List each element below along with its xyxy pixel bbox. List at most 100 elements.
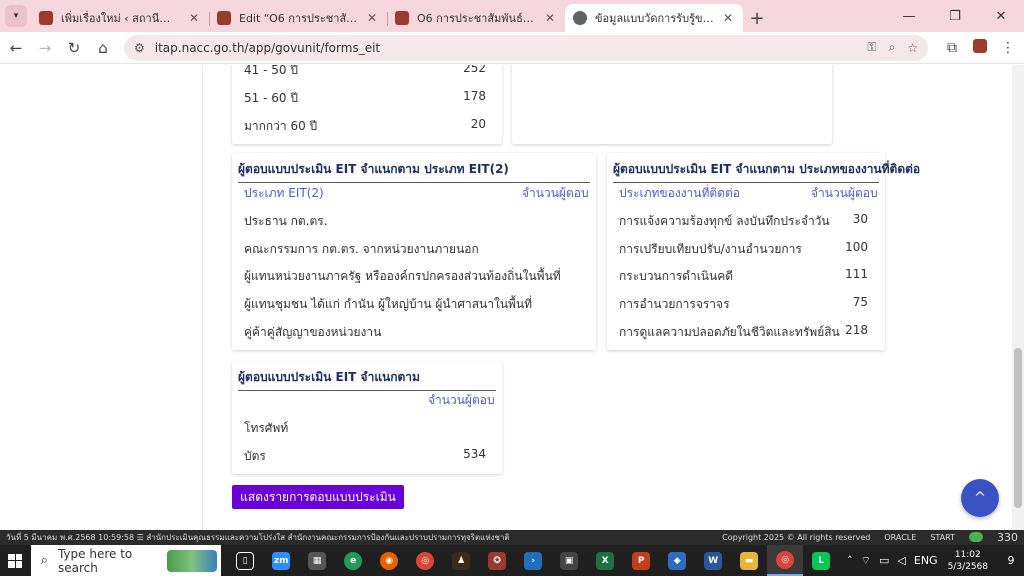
tab-close-icon[interactable]: ✕: [721, 11, 735, 25]
table-row-label: กระบวนการดำเนินคดี: [619, 269, 734, 283]
excel-icon[interactable]: X: [587, 545, 623, 576]
taskbar-search-box[interactable]: ⌕ Type here to search: [30, 545, 222, 576]
table-row-label: ประธาน กต.ตร.: [244, 214, 328, 228]
password-key-icon[interactable]: ⚿: [867, 40, 876, 55]
site-settings-icon[interactable]: ⚙: [134, 41, 145, 55]
footer-info-text: วันที่ 5 มีนาคม พ.ศ.2568 10:59:58 ☰ สำนั…: [6, 533, 510, 542]
restore-icon[interactable]: ❐: [932, 0, 978, 32]
tab-favicon-icon: [39, 11, 53, 25]
table-row-label: โทรศัพท์: [244, 421, 289, 435]
browser-tab-3[interactable]: O6 การประชาสัมพันธ์ข้อมูลข่าวสาร ✕: [387, 4, 565, 32]
chevron-up-icon: ^: [974, 490, 986, 506]
column-header-count: จำนวนผู้ตอบ: [811, 186, 878, 200]
column-header-count: จำนวนผู้ตอบ: [428, 393, 495, 407]
input-language[interactable]: ENG: [914, 554, 938, 567]
app-icon[interactable]: ♟: [443, 545, 479, 576]
show-responses-button[interactable]: แสดงรายการตอบแบบประเมิน: [232, 485, 404, 509]
clock-date: 5/3/2568: [947, 561, 988, 572]
back-arrow-icon[interactable]: ←: [3, 35, 29, 61]
tab-search-chevron-icon[interactable]: ▾: [5, 5, 27, 27]
column-header-type: ประเภทของงานที่ติดต่อ: [619, 186, 740, 200]
system-tray: ˄ ⌔ ▭ ◁ ENG 11:02 5/3/2568 9: [839, 549, 1024, 573]
scrollbar-thumb[interactable]: [1014, 348, 1022, 508]
word-icon[interactable]: W: [695, 545, 731, 576]
table-row-value: 75: [852, 295, 868, 309]
browser-toolbar: ← → ↻ ⌂ ⚙ itap.nacc.go.th/app/govunit/fo…: [0, 32, 1024, 64]
search-icon: ⌕: [40, 553, 48, 568]
bookmark-star-icon[interactable]: ☆: [907, 41, 918, 55]
task-view-icon[interactable]: ▯: [227, 545, 263, 576]
extension-icon[interactable]: [966, 38, 994, 57]
tab-close-icon[interactable]: ✕: [365, 11, 379, 25]
taskbar-clock[interactable]: 11:02 5/3/2568: [948, 549, 988, 573]
notification-count: 9: [1007, 554, 1015, 567]
clock-time: 11:02: [954, 549, 981, 560]
table-row-value: 100: [845, 240, 868, 254]
table-row-label: คณะกรรมการ กต.ตร. จากหน่วยงานภายนอก: [244, 242, 479, 256]
chrome-active-icon[interactable]: ◎: [767, 545, 804, 576]
new-tab-plus-icon[interactable]: +: [743, 4, 771, 32]
tab-close-icon[interactable]: ✕: [187, 11, 201, 25]
app-icon[interactable]: ✪: [479, 545, 515, 576]
windows-start-icon[interactable]: [0, 545, 31, 576]
zoom-icon[interactable]: ⌕: [889, 40, 896, 55]
table-row-value: 30: [852, 212, 868, 226]
os-taskbar: ⌕ Type here to search ▯ zm ▦ e ◉ ◎ ♟ ✪ ›…: [0, 545, 1024, 576]
volume-icon[interactable]: ◁: [897, 554, 905, 567]
page-divider: [202, 65, 203, 530]
zoom-app-icon[interactable]: zm: [263, 545, 299, 576]
browser-tab-4-active[interactable]: ข้อมูลแบบวัดการรับรู้ของผู้มีส่วนได้ส่วน…: [565, 4, 743, 32]
minimize-icon[interactable]: —: [886, 0, 932, 32]
edge-icon[interactable]: e: [335, 545, 371, 576]
footer-copyright: Copyright 2025 © All rights reserved: [722, 533, 871, 542]
status-ok-icon: [969, 531, 983, 544]
battery-icon[interactable]: ▭: [879, 554, 889, 567]
powerpoint-icon[interactable]: P: [623, 545, 659, 576]
tab-title: Edit “O6 การประชาสัมพันธ์ข้อมูลข่าวสาร: [239, 12, 361, 25]
search-highlight-image: [167, 549, 218, 572]
column-header-type: ประเภท EIT(2): [244, 186, 324, 200]
forward-arrow-icon[interactable]: →: [32, 35, 58, 61]
page-scrollbar[interactable]: [1012, 65, 1024, 530]
line-app-icon[interactable]: L: [803, 545, 839, 576]
table-row-label: การดูแลความปลอดภัยในชีวิตและทรัพย์สิน: [619, 325, 840, 339]
table-row-label: การแจ้งความร้องทุกข์ ลงบันทึกประจำวัน: [619, 214, 830, 228]
chrome-icon[interactable]: ◎: [407, 545, 443, 576]
tab-title: ข้อมูลแบบวัดการรับรู้ของผู้มีส่วนได้ส่วน…: [595, 12, 717, 25]
address-bar[interactable]: ⚙ itap.nacc.go.th/app/govunit/forms_eit …: [124, 34, 928, 61]
tab-close-icon[interactable]: ✕: [543, 11, 557, 25]
firefox-icon[interactable]: ◉: [371, 545, 407, 576]
calculator-icon[interactable]: ▦: [299, 545, 335, 576]
app-icon[interactable]: ▣: [551, 545, 587, 576]
page-content: 41 - 50 ปี 252 51 - 60 ปี 178 มากกว่า 60…: [0, 65, 1012, 530]
footer-count: 330: [997, 531, 1018, 544]
browser-tab-1[interactable]: เพิ่มเรื่องใหม่ ‹ สถานีตำรวจภูธรกาบเชิง …: [31, 4, 209, 32]
table-row-label: การเปรียบเทียบปรับ/งานอำนวยการ: [619, 242, 802, 256]
table-row-value: 252: [463, 65, 486, 75]
home-icon[interactable]: ⌂: [90, 35, 116, 61]
footer-oracle-logo: ORACLE: [884, 533, 917, 542]
table-row-value: 111: [845, 267, 868, 281]
url-text[interactable]: itap.nacc.go.th/app/govunit/forms_eit: [155, 41, 856, 55]
table-row-label: คู่ค้าคู่สัญญาของหน่วยงาน: [244, 325, 382, 339]
network-icon[interactable]: ⌔: [861, 554, 871, 568]
tab-title: เพิ่มเรื่องใหม่ ‹ สถานีตำรวจภูธรกาบเชิง: [61, 12, 183, 25]
app-icon[interactable]: ◆: [659, 545, 695, 576]
file-explorer-icon[interactable]: ▬: [731, 545, 767, 576]
tray-overflow-icon[interactable]: ˄: [847, 554, 853, 567]
reload-icon[interactable]: ↻: [61, 35, 87, 61]
notification-center-icon[interactable]: 9: [996, 550, 1018, 572]
eit-type-card-title: ผู้ตอบแบบประเมิน EIT จำแนกตาม ประเภท EIT…: [238, 160, 590, 183]
taskbar-search-placeholder: Type here to search: [57, 546, 133, 575]
extensions-puzzle-icon[interactable]: ⧉: [938, 40, 966, 56]
browser-tab-2[interactable]: Edit “O6 การประชาสัมพันธ์ข้อมูลข่าวสาร ✕: [209, 4, 387, 32]
vscode-icon[interactable]: ›: [515, 545, 551, 576]
scroll-to-top-button[interactable]: ^: [961, 479, 999, 517]
close-window-icon[interactable]: ✕: [978, 0, 1024, 32]
tab-favicon-icon: [217, 11, 231, 25]
menu-kebab-icon[interactable]: ⋮: [994, 40, 1022, 56]
table-row-label: มากกว่า 60 ปี: [244, 119, 318, 133]
table-row-value: 178: [463, 89, 486, 103]
browser-tab-strip: ▾ เพิ่มเรื่องใหม่ ‹ สถานีตำรวจภูธรกาบเชิ…: [0, 0, 1024, 32]
table-row-label: ผู้แทนหน่วยงานภาครัฐ หรือองค์กรปกครองส่ว…: [244, 269, 561, 283]
